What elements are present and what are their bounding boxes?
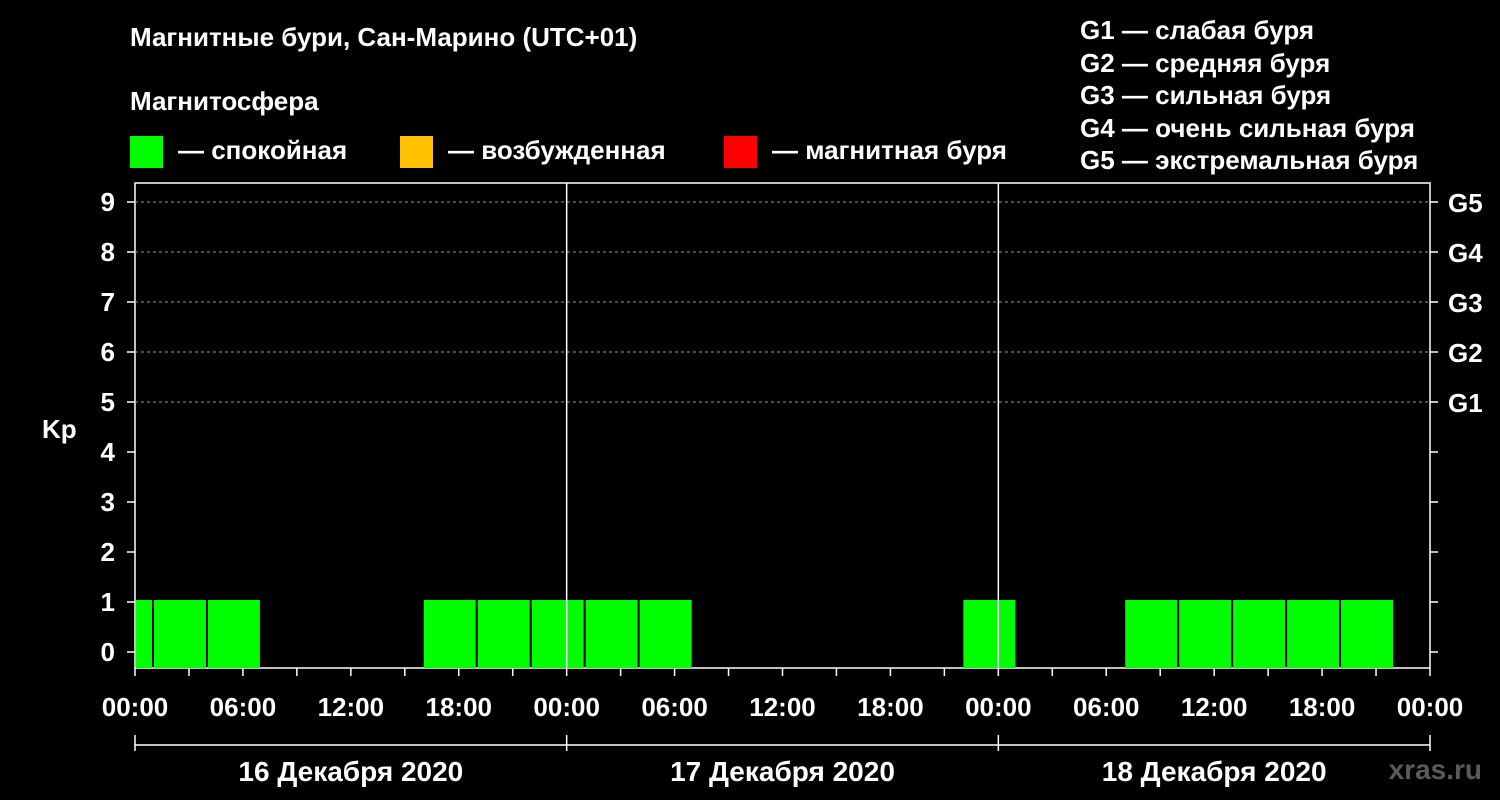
y-tick-label: 1: [101, 587, 115, 617]
x-tick-label: 18:00: [1289, 692, 1356, 722]
plot-frame: [134, 182, 1431, 669]
right-g-label: G2: [1448, 338, 1483, 368]
kp-bar: [1179, 600, 1232, 668]
kp-bar: [477, 600, 530, 668]
kp-bar: [136, 600, 152, 668]
kp-bar: [1287, 600, 1340, 668]
x-tick-label: 18:00: [857, 692, 924, 722]
kp-bar: [639, 600, 692, 668]
x-tick-label: 06:00: [210, 692, 277, 722]
x-tick-label: 00:00: [102, 692, 169, 722]
x-tick-label: 12:00: [749, 692, 816, 722]
y-tick-label: 3: [101, 487, 115, 517]
x-tick-label: 12:00: [318, 692, 385, 722]
kp-bar: [531, 600, 584, 668]
y-tick-label: 7: [101, 287, 115, 317]
right-g-label: G3: [1448, 288, 1483, 318]
x-tick-label: 18:00: [426, 692, 493, 722]
x-tick-label: 00:00: [533, 692, 600, 722]
kp-bar: [207, 600, 260, 668]
y-tick-label: 4: [101, 437, 116, 467]
x-tick-label: 00:00: [965, 692, 1032, 722]
kp-chart: 0 1 2 3 4 5 6 7 8 9 G1 G2 G3 G4 G5 Kp 00:00 06:00 12:00 18:…: [42, 182, 1483, 787]
kp-bar: [423, 600, 476, 668]
y-tick-label: 2: [101, 537, 115, 567]
kp-bar: [153, 600, 206, 668]
day-label: 16 Декабря 2020: [238, 756, 463, 787]
watermark: xras.ru: [1388, 754, 1482, 785]
y-tick-label: 6: [101, 337, 115, 367]
kp-bar: [1233, 600, 1286, 668]
x-tick-label: 06:00: [641, 692, 708, 722]
y-tick-label: 9: [101, 187, 115, 217]
kp-bar: [963, 600, 1016, 668]
day-label: 17 Декабря 2020: [670, 756, 895, 787]
y-axis-label: Kp: [42, 414, 77, 444]
right-g-label: G1: [1448, 388, 1483, 418]
day-label: 18 Декабря 2020: [1102, 756, 1327, 787]
kp-bar: [585, 600, 638, 668]
right-g-label: G4: [1448, 238, 1483, 268]
x-tick-label: 12:00: [1181, 692, 1248, 722]
x-tick-label: 00:00: [1397, 692, 1464, 722]
y-tick-label: 8: [101, 237, 115, 267]
y-tick-label: 5: [101, 387, 115, 417]
right-g-label: G5: [1448, 188, 1483, 218]
y-tick-label: 0: [101, 637, 115, 667]
x-tick-label: 06:00: [1073, 692, 1140, 722]
kp-bar: [1125, 600, 1178, 668]
kp-bar: [1341, 600, 1394, 668]
